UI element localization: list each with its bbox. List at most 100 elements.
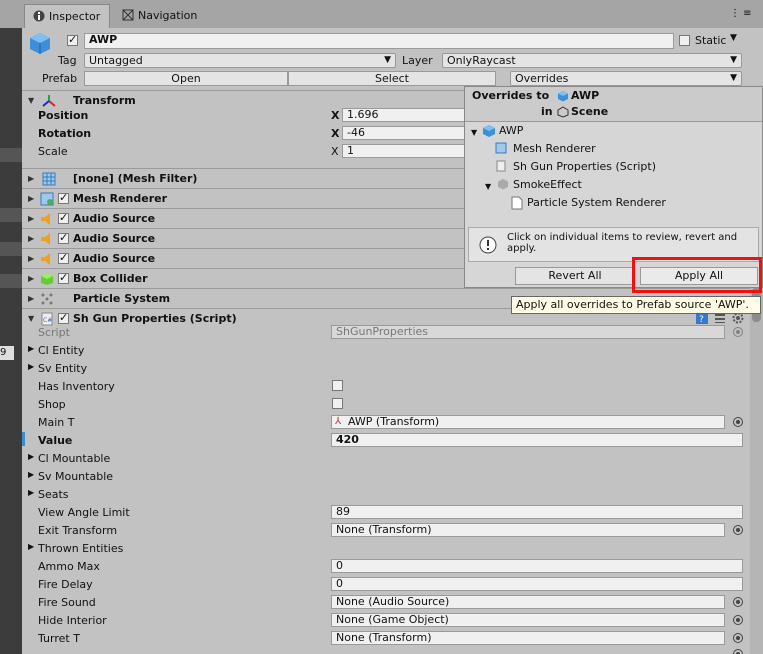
overrides-label: Overrides <box>515 72 569 85</box>
exit-transform-label: Exit Transform <box>38 524 118 537</box>
hide-interior-field[interactable]: None (Game Object) <box>331 613 725 627</box>
chevron-down-icon: ▼ <box>730 55 737 65</box>
fold-closed-icon[interactable]: ▶ <box>28 214 34 223</box>
object-picker-icon[interactable] <box>733 525 743 535</box>
position-x-field[interactable]: 1.696 <box>342 108 472 122</box>
transform-icon: ⅄ <box>335 416 342 427</box>
object-picker-icon[interactable] <box>733 417 743 427</box>
object-name-field[interactable]: AWP <box>84 33 674 49</box>
cl-entity-label[interactable]: Cl Entity <box>38 344 84 357</box>
has-inventory-checkbox[interactable] <box>332 380 343 391</box>
fold-closed-icon[interactable]: ▶ <box>28 254 34 263</box>
tab-inspector[interactable]: Inspector <box>24 4 110 28</box>
box-collider-enabled-checkbox[interactable] <box>58 271 69 284</box>
fold-closed-icon[interactable]: ▶ <box>28 194 34 203</box>
side-field-fragment: 9 <box>0 346 14 360</box>
sv-entity-label[interactable]: Sv Entity <box>38 362 87 375</box>
object-picker-icon[interactable] <box>733 633 743 643</box>
box-collider-title: Box Collider <box>73 272 148 285</box>
fold-open-icon[interactable]: ▼ <box>485 182 491 191</box>
tab-navigation[interactable]: Navigation <box>114 4 214 28</box>
view-angle-limit-field[interactable]: 89 <box>331 505 743 519</box>
ammo-max-field[interactable]: 0 <box>331 559 743 573</box>
fold-open-icon[interactable]: ▼ <box>28 314 34 323</box>
object-picker-icon[interactable] <box>733 597 743 607</box>
fire-delay-label: Fire Delay <box>38 578 93 591</box>
fold-closed-icon[interactable]: ▶ <box>28 234 34 243</box>
script-icon: C# <box>40 312 54 326</box>
fold-closed-icon[interactable]: ▶ <box>28 362 34 371</box>
strip-block <box>0 242 22 256</box>
static-checkbox[interactable] <box>679 35 690 46</box>
fold-closed-icon[interactable]: ▶ <box>28 488 34 497</box>
static-dropdown-icon[interactable]: ▼ <box>730 33 737 43</box>
prefab-open-button[interactable]: Open <box>84 71 288 86</box>
tab-bar: Inspector Navigation ⋮ ≡ <box>0 0 763 29</box>
tree-item-smoke-effect[interactable]: SmokeEffect <box>513 178 582 191</box>
audio-source-2-enabled-checkbox[interactable] <box>58 231 69 244</box>
audio-source-2-title: Audio Source <box>73 232 156 245</box>
fold-open-icon[interactable]: ▼ <box>28 96 34 105</box>
tab-navigation-label: Navigation <box>138 9 198 22</box>
rotation-x-label: X <box>331 127 340 140</box>
turret-t-field[interactable]: None (Transform) <box>331 631 725 645</box>
audio-source-1-enabled-checkbox[interactable] <box>58 211 69 224</box>
static-label: Static <box>695 34 727 47</box>
fire-sound-field[interactable]: None (Audio Source) <box>331 595 725 609</box>
fold-closed-icon[interactable]: ▶ <box>28 294 34 303</box>
scale-x-field[interactable]: 1 <box>342 144 472 158</box>
fold-closed-icon[interactable]: ▶ <box>28 274 34 283</box>
audio-source-3-enabled-checkbox[interactable] <box>58 251 69 264</box>
box-collider-icon <box>40 272 54 286</box>
gameobject-cube-icon <box>497 178 509 190</box>
revert-all-button[interactable]: Revert All <box>515 267 635 285</box>
object-picker-icon[interactable] <box>733 649 743 654</box>
thrown-entities-label[interactable]: Thrown Entities <box>38 542 123 555</box>
prefab-select-button[interactable]: Select <box>288 71 496 86</box>
prefab-overrides-dropdown[interactable]: Overrides ▼ <box>510 71 742 86</box>
object-picker-icon[interactable] <box>733 615 743 625</box>
rotation-x-field[interactable]: -46 <box>342 126 472 140</box>
tag-label: Tag <box>58 54 77 67</box>
cl-mountable-label[interactable]: Cl Mountable <box>38 452 110 465</box>
tree-item-mesh-renderer[interactable]: Mesh Renderer <box>513 142 596 155</box>
svg-text:?: ? <box>699 315 704 324</box>
exit-transform-field[interactable]: None (Transform) <box>331 523 725 537</box>
turret-t-label: Turret T <box>38 632 80 645</box>
mesh-renderer-icon <box>40 192 54 206</box>
rotation-label: Rotation <box>38 127 92 140</box>
tag-dropdown[interactable]: Untagged ▼ <box>84 53 396 68</box>
apply-all-tooltip: Apply all overrides to Prefab source 'AW… <box>511 296 761 314</box>
particle-system-icon <box>40 292 54 306</box>
tree-item-awp[interactable]: AWP <box>499 124 523 137</box>
fold-closed-icon[interactable]: ▶ <box>28 344 34 353</box>
mesh-filter-title: [none] (Mesh Filter) <box>73 172 198 185</box>
fold-closed-icon[interactable]: ▶ <box>28 542 34 551</box>
value-field[interactable]: 420 <box>331 433 743 447</box>
tab-menu-icon[interactable]: ⋮ ≡ <box>730 8 752 19</box>
sh-gun-properties-enabled-checkbox[interactable] <box>58 311 69 324</box>
tab-inspector-label: Inspector <box>49 10 101 23</box>
seats-label[interactable]: Seats <box>38 488 69 501</box>
mesh-renderer-enabled-checkbox[interactable] <box>58 191 69 204</box>
view-angle-limit-label: View Angle Limit <box>38 506 130 519</box>
layer-dropdown[interactable]: OnlyRaycast ▼ <box>442 53 742 68</box>
fold-closed-icon[interactable]: ▶ <box>28 470 34 479</box>
override-indicator <box>22 432 25 446</box>
fold-closed-icon[interactable]: ▶ <box>28 174 34 183</box>
active-checkbox[interactable] <box>67 33 78 46</box>
overrides-title: Overrides to <box>472 89 550 102</box>
apply-all-highlight <box>632 257 762 293</box>
info-text: Click on individual items to review, rev… <box>507 232 738 254</box>
layer-label: Layer <box>402 54 433 67</box>
main-t-field[interactable]: ⅄ AWP (Transform) <box>331 415 725 429</box>
sv-mountable-label[interactable]: Sv Mountable <box>38 470 113 483</box>
fold-open-icon[interactable]: ▼ <box>471 128 477 137</box>
speaker-icon <box>40 212 54 226</box>
svg-text:C#: C# <box>43 317 52 324</box>
shop-checkbox[interactable] <box>332 398 343 409</box>
fire-delay-field[interactable]: 0 <box>331 577 743 591</box>
tree-item-sh-gun-properties[interactable]: Sh Gun Properties (Script) <box>513 160 656 173</box>
tree-item-particle-system-renderer[interactable]: Particle System Renderer <box>527 196 666 209</box>
fold-closed-icon[interactable]: ▶ <box>28 452 34 461</box>
